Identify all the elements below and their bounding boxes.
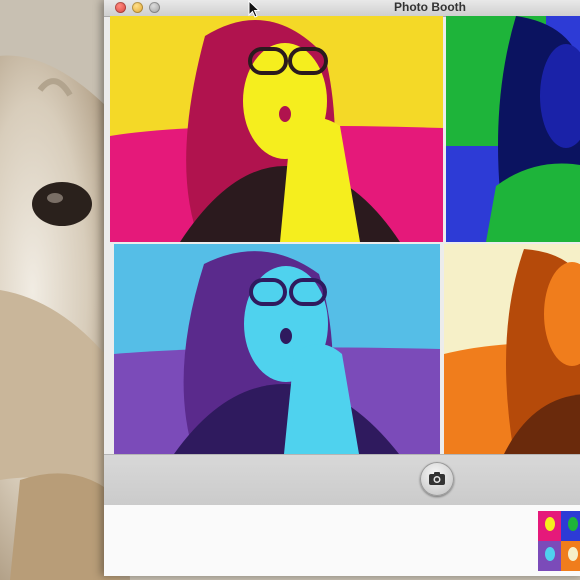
minimize-icon[interactable] xyxy=(132,2,143,13)
portrait-image xyxy=(114,244,440,454)
thumbnail-image xyxy=(538,511,580,571)
window-title: Photo Booth xyxy=(394,0,466,14)
zoom-icon[interactable] xyxy=(149,2,160,13)
mouse-pointer-icon xyxy=(248,0,260,18)
effect-preview-4[interactable] xyxy=(444,244,580,454)
photo-thumbnail[interactable] xyxy=(538,511,580,571)
take-photo-button[interactable] xyxy=(420,462,454,496)
photo-booth-window: Photo Booth xyxy=(104,0,580,576)
photo-strip xyxy=(104,505,580,576)
portrait-image xyxy=(446,16,580,242)
effect-preview-3[interactable] xyxy=(114,244,440,454)
portrait-image xyxy=(110,16,443,242)
effect-preview-1[interactable] xyxy=(110,16,443,242)
effects-grid xyxy=(110,16,580,454)
portrait-image xyxy=(444,244,580,454)
toolbar xyxy=(104,454,580,506)
camera-icon xyxy=(429,472,445,485)
close-icon[interactable] xyxy=(115,2,126,13)
effect-preview-2[interactable] xyxy=(446,16,580,242)
title-bar[interactable]: Photo Booth xyxy=(104,0,580,17)
